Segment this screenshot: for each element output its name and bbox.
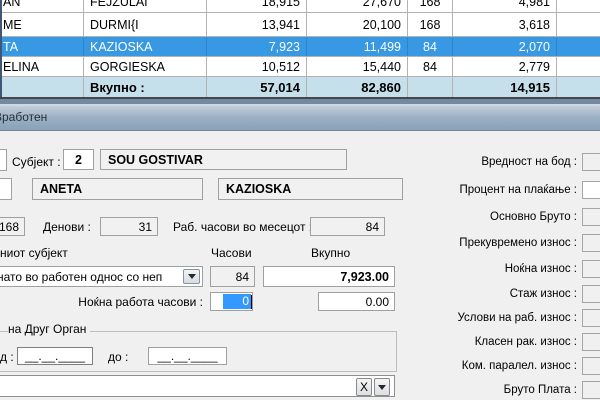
date-to-input[interactable]: __.__.____ bbox=[148, 347, 227, 365]
value-field[interactable] bbox=[582, 309, 600, 327]
section-hours-field[interactable]: 84 bbox=[210, 266, 255, 287]
cell-last-name: GORGIESKA bbox=[90, 60, 165, 74]
chevron-down-icon[interactable] bbox=[374, 378, 390, 396]
value-field[interactable] bbox=[582, 181, 600, 199]
date-from-input[interactable]: __.__.____ bbox=[17, 347, 93, 365]
table-row[interactable]: ME DURMI{I 13,941 20,100 168 3,618 bbox=[0, 13, 600, 37]
cell-hours: 84 bbox=[423, 40, 437, 54]
field-label: Стаж износ : bbox=[420, 288, 577, 300]
cell-amount-2: 20,100 bbox=[363, 18, 401, 32]
field-label: Основно Бруто : bbox=[420, 211, 577, 223]
cell-amount-1: 18,915 bbox=[262, 0, 300, 9]
days-field[interactable]: 31 bbox=[100, 217, 158, 236]
table-row-selected[interactable]: TA KAZIOSKA 7,923 11,499 84 2,070 bbox=[0, 37, 600, 57]
section-label: ниот субјект bbox=[0, 246, 68, 260]
employee-dialog: Субјект : 2 SOU GOSTIVAR ANETA KAZIOSKA … bbox=[0, 131, 600, 400]
cell-first-name: ME bbox=[3, 18, 22, 32]
window-edge bbox=[0, 0, 2, 98]
cell-amount-2: 11,499 bbox=[364, 40, 401, 54]
cell-amount-1: 10,512 bbox=[262, 60, 300, 74]
cell-hours: 168 bbox=[420, 0, 441, 9]
value-field[interactable] bbox=[582, 153, 600, 171]
other-org-group-label: на Друг Орган bbox=[8, 322, 90, 336]
night-hours-input[interactable]: 0 bbox=[210, 292, 253, 311]
value-field[interactable] bbox=[582, 208, 600, 226]
field-label: Вредност на бод : bbox=[420, 156, 577, 168]
cell-amount-2: 15,440 bbox=[363, 60, 401, 74]
cell-amount-3: 4,981 bbox=[519, 0, 550, 9]
total-amount-3: 14,915 bbox=[510, 80, 550, 95]
lookup-combobox-input[interactable] bbox=[0, 375, 395, 397]
value-field[interactable] bbox=[582, 285, 600, 303]
hours-header: Часови bbox=[211, 246, 252, 260]
table-row[interactable]: ELINA GORGIESKA 10,512 15,440 84 2,779 bbox=[0, 57, 600, 77]
employee-table: AN FEJZULAI 18,915 27,670 168 4,981 ME D… bbox=[0, 0, 600, 98]
cell-amount-1: 7,923 bbox=[269, 40, 300, 54]
cell-amount-3: 3,618 bbox=[519, 18, 550, 32]
field-label: Класен рак. износ : bbox=[420, 336, 577, 348]
cell-first-name: ELINA bbox=[3, 60, 39, 74]
table-row[interactable]: AN FEJZULAI 18,915 27,670 168 4,981 bbox=[0, 0, 600, 13]
clipped-field-fragment[interactable] bbox=[0, 149, 7, 171]
value-field[interactable] bbox=[582, 234, 600, 252]
total-header: Вкупно bbox=[311, 246, 350, 260]
cell-amount-1: 13,941 bbox=[262, 18, 300, 32]
days-label: Денови : bbox=[43, 220, 91, 234]
date-from-label: д : bbox=[0, 350, 14, 364]
month-hours-field[interactable]: 84 bbox=[310, 217, 385, 236]
pct-input[interactable]: 0.00 bbox=[318, 292, 395, 311]
dialog-title-bar[interactable]: Вработен bbox=[0, 106, 600, 131]
left-hours-field[interactable]: 168 bbox=[0, 217, 25, 236]
cell-amount-3: 2,070 bbox=[519, 40, 550, 54]
section-amount-field[interactable]: 7,923.00 bbox=[263, 266, 395, 287]
cell-hours: 168 bbox=[420, 18, 441, 32]
field-label: Ком. паралел. износ : bbox=[420, 360, 577, 372]
value-field[interactable] bbox=[582, 357, 600, 375]
date-to-label: до : bbox=[108, 350, 128, 364]
cell-last-name: FEJZULAI bbox=[90, 0, 148, 9]
total-label: Вкупно : bbox=[90, 80, 145, 95]
clipped-field-fragment[interactable] bbox=[0, 178, 12, 200]
text-caret bbox=[251, 295, 252, 309]
value-field[interactable] bbox=[582, 381, 600, 399]
field-label: Бруто Плата : bbox=[420, 384, 577, 396]
chevron-down-icon[interactable] bbox=[183, 269, 200, 284]
last-name-field[interactable]: KAZIOSKA bbox=[218, 178, 403, 200]
selected-text: 0 bbox=[223, 294, 251, 309]
close-icon[interactable]: X bbox=[356, 378, 372, 396]
total-amount-2: 82,860 bbox=[361, 80, 401, 95]
dialog-title: Вработен bbox=[0, 110, 47, 124]
cell-last-name: DURMI{I bbox=[90, 18, 139, 32]
subject-code-field[interactable]: 2 bbox=[63, 149, 94, 170]
subject-label: Субјект : bbox=[12, 155, 61, 169]
cell-hours: 84 bbox=[423, 60, 437, 74]
cell-amount-2: 27,670 bbox=[363, 0, 401, 9]
subject-name-field[interactable]: SOU GOSTIVAR bbox=[100, 149, 347, 170]
value-field[interactable] bbox=[582, 260, 600, 278]
field-label: Услови на раб. износ : bbox=[420, 312, 577, 324]
table-total-row: Вкупно : 57,014 82,860 14,915 bbox=[0, 77, 600, 98]
work-relation-value: нато во работен однос со неп bbox=[0, 270, 162, 284]
field-label: Ноќна износ : bbox=[420, 263, 577, 275]
field-label: Процент на плаќање : bbox=[420, 184, 577, 196]
value-field[interactable] bbox=[582, 333, 600, 351]
work-relation-combobox[interactable]: нато во работен однос со неп bbox=[0, 266, 203, 287]
cell-last-name: KAZIOSKA bbox=[90, 40, 153, 54]
payroll-app-window: AN FEJZULAI 18,915 27,670 168 4,981 ME D… bbox=[0, 0, 600, 400]
first-name-field[interactable]: ANETA bbox=[32, 178, 203, 200]
month-hours-label: Раб. часови во месецот : bbox=[173, 220, 312, 234]
cell-first-name: AN bbox=[3, 0, 20, 9]
night-hours-label: Ноќна работа часови : bbox=[60, 295, 203, 309]
cell-first-name: TA bbox=[3, 40, 18, 54]
total-amount-1: 57,014 bbox=[260, 80, 300, 95]
cell-amount-3: 2,779 bbox=[519, 60, 550, 74]
field-label: Прекувремено износ : bbox=[420, 237, 577, 249]
